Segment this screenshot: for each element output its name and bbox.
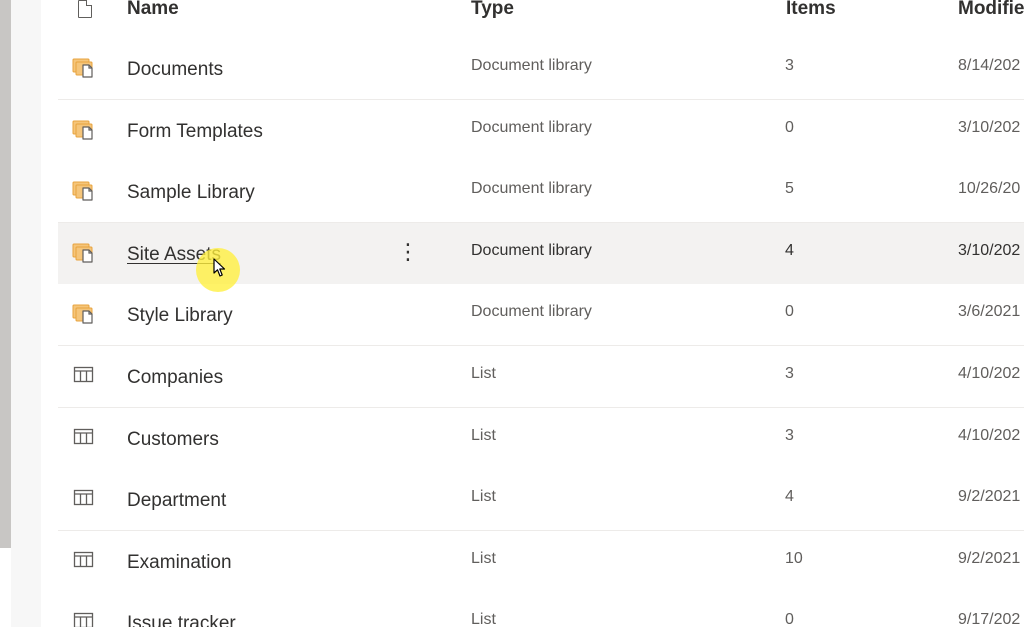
row-modified-date: 9/17/202 xyxy=(958,611,1021,627)
list-icon xyxy=(72,610,96,627)
file-type-header-icon[interactable] xyxy=(78,0,92,18)
left-scrollbar[interactable] xyxy=(0,0,11,548)
list-row[interactable]: Style Library Document library 0 3/6/202… xyxy=(58,284,1024,347)
list-row[interactable]: Examination List 10 9/2/2021 xyxy=(58,530,1024,593)
row-type: Document library xyxy=(471,57,592,74)
row-item-count: 5 xyxy=(785,180,794,198)
list-row[interactable]: Customers List 3 4/10/202 xyxy=(58,407,1024,470)
row-item-count: 0 xyxy=(785,118,794,136)
document-library-icon xyxy=(72,118,96,140)
column-header-name[interactable]: Name xyxy=(127,0,179,20)
row-modified-date: 10/26/20 xyxy=(958,180,1021,198)
row-modified-date: 9/2/2021 xyxy=(958,549,1021,567)
column-header-row: Name Type Items Modifie xyxy=(58,0,1024,39)
mouse-pointer-icon xyxy=(213,258,226,277)
row-modified-date: 3/10/202 xyxy=(958,118,1021,136)
row-item-count: 3 xyxy=(785,57,794,74)
row-type: Document library xyxy=(471,241,592,259)
list-row[interactable]: Issue tracker List 0 9/17/202 xyxy=(58,592,1024,627)
row-item-count: 4 xyxy=(785,241,794,259)
row-modified-date: 8/14/202 xyxy=(958,57,1021,74)
document-library-icon xyxy=(72,56,96,78)
row-type: Document library xyxy=(471,303,592,321)
list-icon xyxy=(72,487,96,509)
left-gutter xyxy=(11,0,41,627)
row-item-count: 0 xyxy=(785,611,794,627)
row-modified-date: 3/10/202 xyxy=(958,241,1021,259)
row-name-link[interactable]: Form Templates xyxy=(127,121,263,143)
row-type: List xyxy=(471,611,496,627)
row-name-link[interactable]: Sample Library xyxy=(127,182,255,204)
row-modified-date: 9/2/2021 xyxy=(958,488,1021,506)
more-options-button[interactable]: ⋮ xyxy=(397,239,419,265)
document-list: Name Type Items Modifie Documents Docume… xyxy=(58,0,1024,627)
list-row[interactable]: Form Templates Document library 0 3/10/2… xyxy=(58,99,1024,162)
row-type: Document library xyxy=(471,118,592,136)
row-type: List xyxy=(471,488,496,506)
row-item-count: 10 xyxy=(785,549,803,567)
row-item-count: 4 xyxy=(785,488,794,506)
row-item-count: 3 xyxy=(785,426,794,444)
row-name-link[interactable]: Documents xyxy=(127,59,223,81)
row-modified-date: 4/10/202 xyxy=(958,426,1021,444)
column-header-type[interactable]: Type xyxy=(471,0,514,20)
row-item-count: 0 xyxy=(785,303,794,321)
row-type: Document library xyxy=(471,180,592,198)
row-name-link[interactable]: Customers xyxy=(127,429,219,451)
row-modified-date: 4/10/202 xyxy=(958,365,1021,382)
row-modified-date: 3/6/2021 xyxy=(958,303,1021,321)
row-item-count: 3 xyxy=(785,365,794,382)
column-header-modified[interactable]: Modifie xyxy=(958,0,1024,20)
column-header-items[interactable]: Items xyxy=(786,0,836,20)
document-library-icon xyxy=(72,241,96,263)
list-row[interactable]: Companies List 3 4/10/202 xyxy=(58,346,1024,408)
list-icon xyxy=(72,426,96,448)
row-name-link[interactable]: Style Library xyxy=(127,305,233,327)
list-row[interactable]: Documents Document library 3 8/14/202 xyxy=(58,38,1024,100)
document-library-icon xyxy=(72,179,96,201)
document-library-icon xyxy=(72,302,96,324)
row-name-link[interactable]: Examination xyxy=(127,552,232,574)
row-type: List xyxy=(471,426,496,444)
row-name-link[interactable]: Companies xyxy=(127,367,223,389)
row-type: List xyxy=(471,365,496,382)
list-row[interactable]: Department List 4 9/2/2021 xyxy=(58,469,1024,532)
row-name-link[interactable]: Issue tracker xyxy=(127,613,236,627)
row-type: List xyxy=(471,549,496,567)
list-icon xyxy=(72,549,96,571)
list-row[interactable]: Sample Library Document library 5 10/26/… xyxy=(58,161,1024,224)
list-icon xyxy=(72,364,96,386)
row-name-link[interactable]: Department xyxy=(127,490,226,512)
